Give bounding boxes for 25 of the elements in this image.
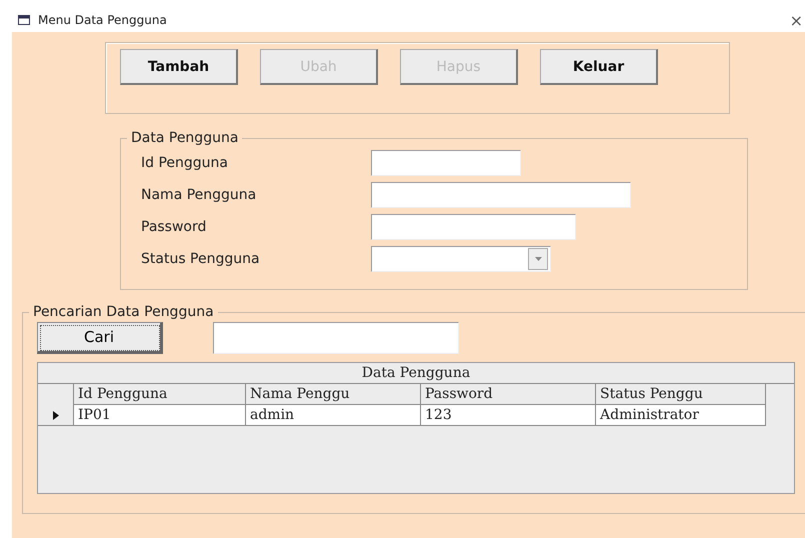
caret-icon: [534, 257, 542, 261]
field-label: Status Pengguna: [141, 251, 261, 267]
group-title: Data Pengguna: [130, 130, 240, 146]
grid-caption: Data Pengguna: [38, 363, 794, 384]
window-title: Menu Data Pengguna: [38, 13, 168, 27]
current-row-icon: [52, 410, 58, 420]
input-field[interactable]: [371, 214, 576, 240]
search-field[interactable]: [213, 322, 459, 354]
toolbar-button[interactable]: Tambah: [120, 49, 238, 85]
group-title: Pencarian Data Pengguna: [32, 304, 215, 320]
search-button[interactable]: Cari: [37, 322, 163, 354]
table-cell: 123: [421, 405, 596, 426]
toolbar-button[interactable]: Keluar: [540, 49, 658, 85]
window-icon: [18, 15, 30, 25]
table-cell: IP01: [74, 405, 246, 426]
field-label: Nama Pengguna: [141, 187, 258, 203]
input-field[interactable]: [371, 150, 521, 176]
field-label: Id Pengguna: [141, 155, 229, 171]
input-field[interactable]: [371, 182, 631, 208]
table-cell: Administrator: [596, 405, 766, 426]
table-cell: admin: [246, 405, 421, 426]
status-dropdown[interactable]: [371, 246, 551, 272]
field-label: Password: [141, 219, 208, 235]
close-button[interactable]: ×: [790, 10, 805, 30]
dropdown-button[interactable]: [528, 248, 548, 270]
